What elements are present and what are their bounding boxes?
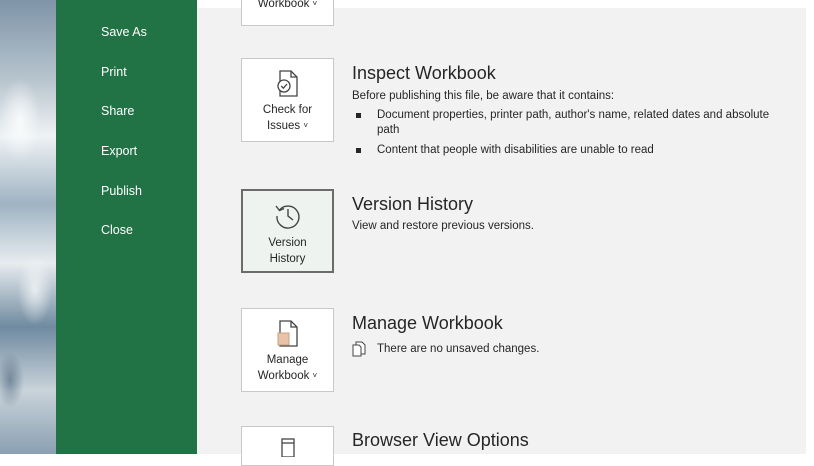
tile-label-line1: Check for — [262, 104, 313, 116]
inspect-description: Before publishing this file, be aware th… — [352, 90, 615, 102]
sidebar-item-share[interactable]: Share — [101, 103, 134, 119]
sidebar-item-save-as[interactable]: Save As — [101, 24, 147, 40]
unsaved-changes-status: There are no unsaved changes. — [377, 343, 540, 355]
inspect-bullet-list: Document properties, printer path, autho… — [352, 108, 792, 163]
sidebar-item-export[interactable]: Export — [101, 143, 137, 159]
tile-label-line2: Workbook — [257, 370, 310, 382]
list-item: Document properties, printer path, autho… — [352, 108, 792, 138]
inspect-workbook-title: Inspect Workbook — [352, 63, 496, 83]
manage-workbook-button[interactable]: Manage Workbook ˅ — [241, 308, 334, 392]
tile-label-line1: Manage — [266, 354, 309, 366]
tile-label-line2: History — [269, 253, 306, 265]
tile-label-line1: Version — [268, 237, 307, 249]
sidebar-item-close[interactable]: Close — [101, 222, 133, 238]
chevron-down-icon: ˅ — [312, 0, 318, 8]
document-check-icon — [276, 70, 298, 97]
manage-workbook-title: Manage Workbook — [352, 313, 503, 333]
history-clock-icon — [274, 205, 300, 229]
chevron-down-icon: ˅ — [312, 371, 318, 380]
sidebar-item-print[interactable]: Print — [101, 64, 127, 80]
workbook-tile-partial[interactable]: Workbook ˅ — [241, 0, 334, 26]
browser-view-options-title: Browser View Options — [352, 430, 529, 450]
manage-document-icon — [277, 320, 298, 347]
background-image-strip — [0, 0, 56, 454]
tile-label-line2: Issues — [266, 120, 301, 132]
version-history-title: Version History — [352, 194, 474, 214]
documents-icon — [352, 341, 366, 357]
sidebar-item-publish[interactable]: Publish — [101, 183, 142, 199]
right-edge — [806, 0, 814, 454]
chevron-down-icon: ˅ — [303, 121, 309, 130]
version-history-button[interactable]: Version History — [241, 189, 334, 273]
check-for-issues-button[interactable]: Check for Issues ˅ — [241, 58, 334, 142]
browser-view-options-button[interactable] — [241, 426, 334, 466]
info-pane: Workbook ˅ Check for Issues ˅ Inspect Wo… — [197, 0, 806, 466]
browser-document-icon — [280, 438, 295, 457]
backstage-sidebar: Save As Print Share Export Publish Close — [56, 0, 197, 454]
version-history-description: View and restore previous versions. — [352, 220, 534, 232]
tile-label: Workbook — [257, 0, 310, 10]
list-item: Content that people with disabilities ar… — [352, 143, 792, 158]
